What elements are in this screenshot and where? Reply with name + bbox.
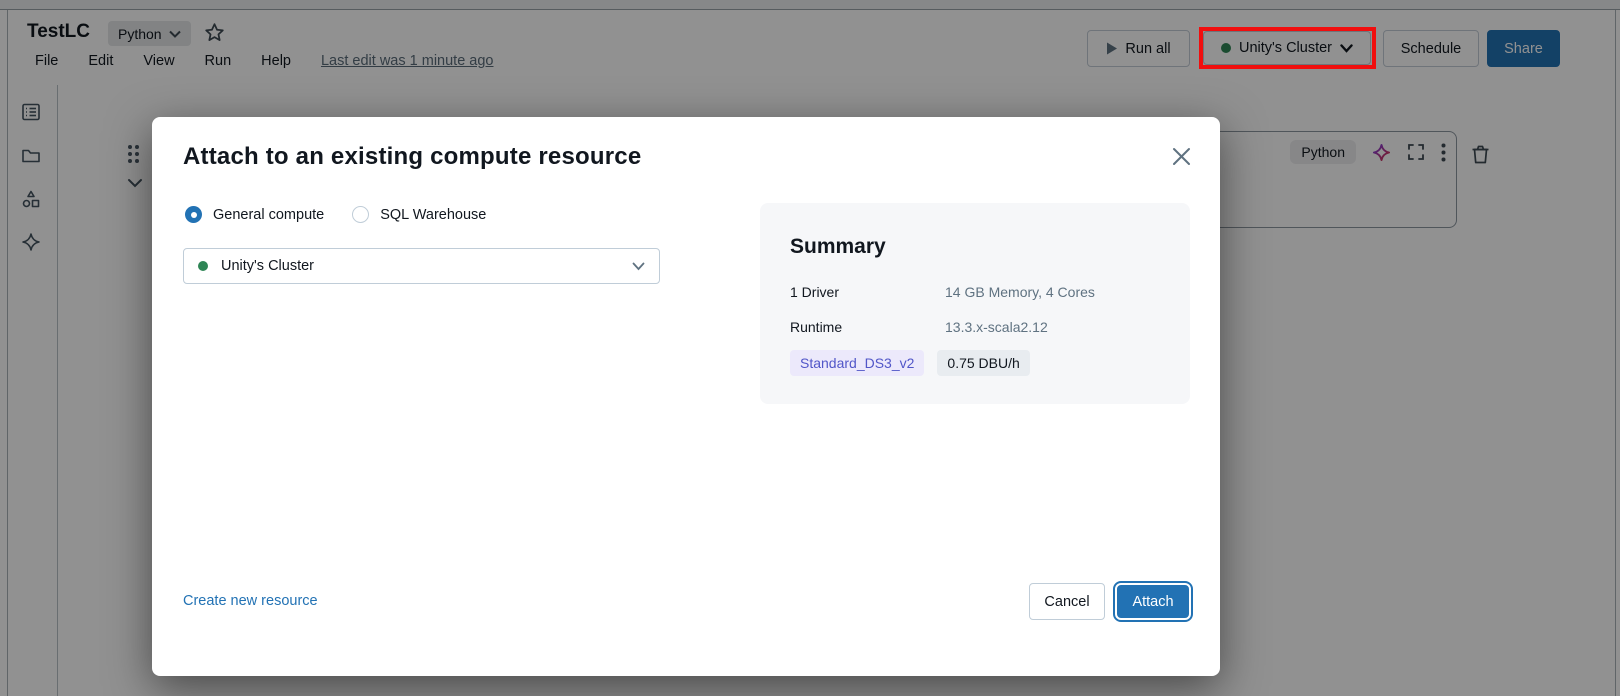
- compute-type-radio-group: General compute SQL Warehouse: [185, 206, 486, 223]
- modal-title: Attach to an existing compute resource: [183, 143, 641, 171]
- summary-heading: Summary: [790, 235, 1160, 259]
- summary-badges: Standard_DS3_v2 0.75 DBU/h: [790, 350, 1030, 376]
- cluster-select-dropdown[interactable]: Unity's Cluster: [183, 248, 660, 284]
- cluster-status-dot: [198, 261, 208, 271]
- cluster-select-value: Unity's Cluster: [221, 258, 619, 274]
- summary-driver-label: 1 Driver: [790, 284, 945, 300]
- dbu-rate-badge: 0.75 DBU/h: [937, 350, 1029, 376]
- compute-summary-card: Summary 1 Driver 14 GB Memory, 4 Cores R…: [760, 203, 1190, 404]
- summary-row-driver: 1 Driver 14 GB Memory, 4 Cores: [790, 284, 1160, 300]
- summary-driver-value: 14 GB Memory, 4 Cores: [945, 284, 1095, 300]
- radio-sql-warehouse[interactable]: SQL Warehouse: [352, 206, 486, 223]
- create-new-resource-link[interactable]: Create new resource: [183, 593, 318, 609]
- cancel-button[interactable]: Cancel: [1029, 583, 1105, 620]
- chevron-down-icon: [632, 262, 645, 271]
- summary-runtime-value: 13.3.x-scala2.12: [945, 319, 1048, 335]
- summary-row-runtime: Runtime 13.3.x-scala2.12: [790, 319, 1160, 335]
- summary-runtime-label: Runtime: [790, 319, 945, 335]
- attach-compute-modal: Attach to an existing compute resource G…: [152, 117, 1220, 676]
- databricks-notebook-page: TestLC Python File Edit View Run Help La…: [0, 0, 1620, 696]
- radio-general-compute-label: General compute: [213, 207, 324, 223]
- radio-selected-indicator: [185, 206, 202, 223]
- node-type-badge: Standard_DS3_v2: [790, 350, 924, 376]
- close-icon[interactable]: [1168, 143, 1194, 169]
- attach-button[interactable]: Attach: [1115, 583, 1191, 620]
- radio-general-compute[interactable]: General compute: [185, 206, 324, 223]
- radio-unselected-indicator: [352, 206, 369, 223]
- radio-sql-warehouse-label: SQL Warehouse: [380, 207, 486, 223]
